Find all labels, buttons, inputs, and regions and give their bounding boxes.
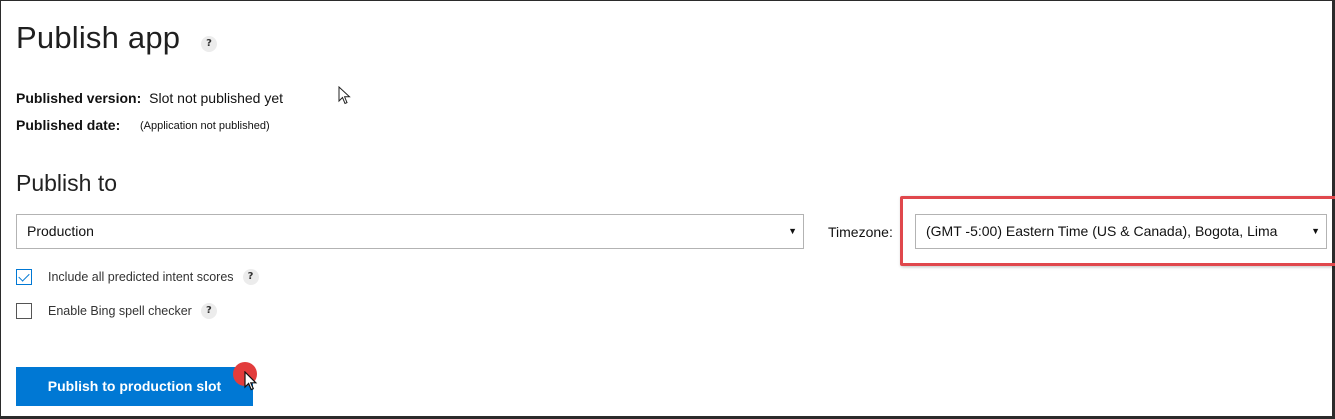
help-icon[interactable]: ?: [200, 303, 217, 319]
mouse-pointer-icon: [338, 86, 351, 105]
published-version-value: Slot not published yet: [149, 90, 284, 106]
published-version-label: Published version:: [16, 90, 142, 106]
published-date-label: Published date:: [16, 117, 121, 133]
published-date-value: (Application not published): [140, 120, 270, 132]
environment-select[interactable]: Production ▼: [16, 214, 804, 249]
checkbox-unchecked[interactable]: [16, 303, 32, 319]
bing-spell-checker-option[interactable]: Enable Bing spell checker ?: [16, 303, 217, 319]
environment-select-value: Production: [27, 223, 94, 239]
checkbox-checked[interactable]: [16, 269, 32, 285]
bing-spell-checker-label: Enable Bing spell checker: [48, 304, 192, 318]
help-icon[interactable]: ?: [201, 36, 217, 52]
published-version-row: Published version: Slot not published ye…: [16, 90, 283, 106]
timezone-label: Timezone:: [828, 224, 893, 240]
publish-button[interactable]: Publish to production slot: [16, 367, 253, 406]
include-intent-scores-label: Include all predicted intent scores: [48, 270, 234, 284]
publish-to-heading: Publish to: [16, 170, 118, 196]
mouse-pointer-icon: [244, 371, 258, 391]
timezone-highlight: [900, 196, 1335, 266]
include-intent-scores-option[interactable]: Include all predicted intent scores ?: [16, 269, 259, 285]
page-title: Publish app: [16, 20, 181, 55]
published-date-row: Published date: (Application not publish…: [16, 117, 270, 133]
caret-down-icon: ▼: [788, 226, 797, 236]
help-icon[interactable]: ?: [242, 269, 259, 285]
